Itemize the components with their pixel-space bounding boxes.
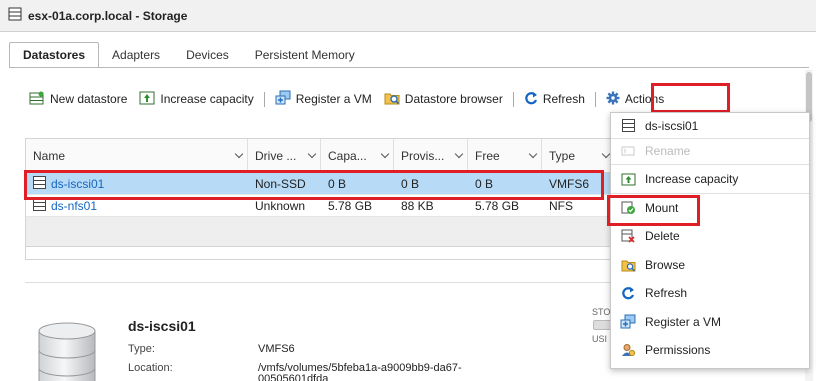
- chevron-down-icon: [307, 149, 317, 159]
- cell-capacity: 0 B: [328, 176, 347, 191]
- cell-drive: Non-SSD: [255, 176, 306, 191]
- new-datastore-button[interactable]: New datastore: [29, 91, 127, 108]
- chevron-down-icon: [528, 149, 538, 159]
- cell-provisioned: 88 KB: [401, 198, 434, 213]
- column-header-type[interactable]: Type: [542, 139, 614, 172]
- location-label: Location:: [128, 362, 173, 374]
- table-row[interactable]: ds-iscsi01 Non-SSD 0 B 0 B 0 B VMFS6: [26, 173, 614, 195]
- cell-free: 0 B: [475, 176, 494, 191]
- menu-item-register-vm[interactable]: Register a VM: [611, 309, 809, 335]
- database-icon: [37, 322, 97, 381]
- usage-label: USI: [592, 334, 608, 344]
- tab-datastores[interactable]: Datastores: [9, 42, 100, 68]
- table-row[interactable]: ds-nfs01 Unknown 5.78 GB 88 KB 5.78 GB N…: [26, 195, 614, 217]
- register-vm-label: Register a VM: [295, 92, 372, 106]
- datastore-browser-button[interactable]: Datastore browser: [384, 91, 503, 108]
- mount-icon: [620, 201, 636, 215]
- menu-item-mount[interactable]: Mount: [611, 195, 809, 221]
- actions-menu: ds-iscsi01 Rename Increase capacity Moun…: [610, 112, 810, 369]
- chevron-down-icon: [601, 149, 611, 159]
- increase-capacity-icon: [620, 173, 636, 186]
- datastore-icon: [33, 197, 46, 214]
- toolbar-separator: [594, 91, 596, 107]
- type-value: VMFS6: [258, 343, 295, 355]
- table-header: Name Drive ... Capa... Provis... Free Ty…: [26, 139, 614, 173]
- datastore-browser-label: Datastore browser: [404, 92, 503, 106]
- menu-separator: [611, 164, 809, 165]
- toolbar: New datastore Increase capacity Register…: [29, 88, 664, 110]
- tab-bar: Datastores Adapters Devices Persistent M…: [9, 40, 368, 68]
- actions-label: Actions: [624, 92, 665, 106]
- location-value-cont: 00505601dfda: [258, 373, 329, 381]
- window-title: esx-01a.corp.local - Storage: [28, 8, 188, 23]
- datastore-name-link[interactable]: ds-nfs01: [51, 199, 97, 213]
- register-vm-button[interactable]: Register a VM: [275, 90, 372, 109]
- refresh-icon: [620, 286, 636, 300]
- menu-item-delete[interactable]: Delete: [611, 223, 809, 249]
- datastore-table: Name Drive ... Capa... Provis... Free Ty…: [25, 138, 615, 260]
- cell-free: 5.78 GB: [475, 198, 520, 213]
- toolbar-separator: [263, 91, 265, 107]
- menu-header: ds-iscsi01: [611, 113, 809, 139]
- refresh-button[interactable]: Refresh: [524, 91, 585, 108]
- tab-divider: [9, 67, 809, 68]
- browse-icon: [620, 259, 636, 272]
- rename-icon: [620, 145, 636, 157]
- summary-title: ds-iscsi01: [128, 318, 196, 334]
- column-header-free[interactable]: Free: [468, 139, 542, 172]
- register-vm-icon: [620, 314, 636, 330]
- cell-capacity: 5.78 GB: [328, 198, 373, 213]
- cell-type: NFS: [549, 198, 573, 213]
- gear-icon: [606, 91, 620, 108]
- datastore-icon: [33, 175, 46, 192]
- refresh-label: Refresh: [542, 92, 585, 106]
- tab-devices[interactable]: Devices: [173, 42, 242, 68]
- datastore-browser-icon: [384, 91, 400, 108]
- datastore-icon: [620, 119, 636, 132]
- tab-persistent-memory[interactable]: Persistent Memory: [242, 42, 368, 68]
- actions-button[interactable]: Actions: [606, 91, 664, 108]
- new-datastore-icon: [29, 91, 45, 108]
- chevron-down-icon: [454, 149, 464, 159]
- increase-capacity-button[interactable]: Increase capacity: [139, 91, 254, 108]
- increase-capacity-label: Increase capacity: [160, 92, 254, 106]
- chevron-down-icon: [234, 149, 244, 159]
- delete-icon: [620, 229, 636, 243]
- column-header-provisioned[interactable]: Provis...: [394, 139, 468, 172]
- column-header-drive[interactable]: Drive ...: [248, 139, 321, 172]
- toolbar-separator: [512, 91, 514, 107]
- new-datastore-label: New datastore: [50, 92, 128, 106]
- menu-separator: [611, 193, 809, 194]
- chevron-down-icon: [380, 149, 390, 159]
- storage-icon: [8, 7, 22, 24]
- table-footer: [26, 217, 614, 247]
- register-vm-icon: [275, 90, 291, 109]
- cell-provisioned: 0 B: [401, 176, 420, 191]
- window-titlebar: esx-01a.corp.local - Storage: [0, 0, 816, 32]
- type-label: Type:: [128, 343, 155, 355]
- menu-item-rename: Rename: [611, 138, 809, 164]
- menu-item-browse[interactable]: Browse: [611, 252, 809, 278]
- column-header-name[interactable]: Name: [26, 139, 248, 172]
- menu-item-refresh[interactable]: Refresh: [611, 280, 809, 306]
- storage-label: STO: [592, 307, 611, 317]
- menu-item-permissions[interactable]: Permissions: [611, 337, 809, 363]
- cell-drive: Unknown: [255, 198, 306, 213]
- tab-adapters[interactable]: Adapters: [99, 42, 173, 68]
- refresh-icon: [524, 91, 538, 108]
- cell-type: VMFS6: [549, 176, 590, 191]
- increase-capacity-icon: [139, 91, 155, 108]
- permissions-icon: [620, 343, 636, 358]
- datastore-name-link[interactable]: ds-iscsi01: [51, 177, 104, 191]
- menu-item-increase-capacity[interactable]: Increase capacity: [611, 166, 809, 192]
- column-header-capacity[interactable]: Capa...: [321, 139, 394, 172]
